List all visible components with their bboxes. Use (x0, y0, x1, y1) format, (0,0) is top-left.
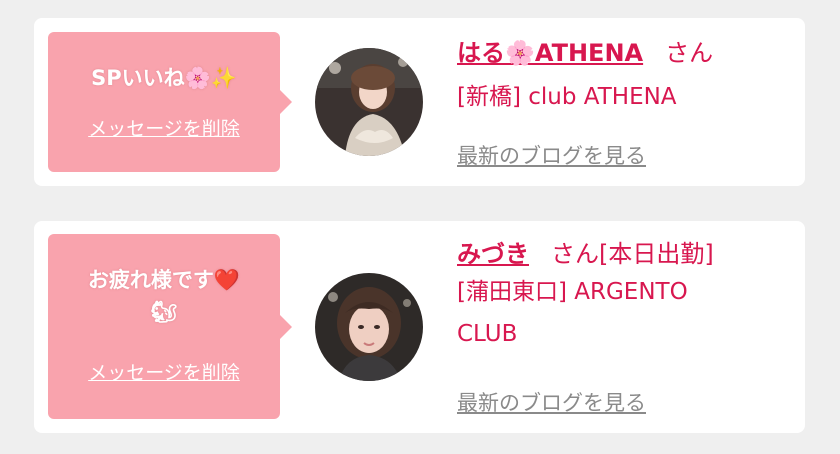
delete-message-link[interactable]: メッセージを削除 (48, 358, 280, 385)
avatar[interactable] (315, 273, 423, 381)
message-line: お疲れ様です❤️ (87, 268, 241, 292)
latest-blog-link[interactable]: 最新のブログを見る (457, 140, 646, 170)
message-bubble: SPいいね🌸✨ メッセージを削除 (48, 32, 292, 172)
latest-blog-link[interactable]: 最新のブログを見る (457, 387, 646, 417)
honorific: さん (551, 240, 599, 268)
shop-line: CLUB (457, 321, 518, 347)
shop-name: [蒲田東口] ARGENTO CLUB (457, 271, 714, 355)
cast-info: はる🌸ATHENA さん [新橋] club ATHENA (457, 36, 713, 118)
name-line: はる🌸ATHENA さん (457, 36, 713, 70)
avatar-photo (315, 273, 423, 381)
message-card: お疲れ様です❤️ 🐿 メッセージを削除 みづき さん[本日出勤] [蒲田東口] A… (34, 221, 805, 433)
message-bubble: お疲れ様です❤️ 🐿 メッセージを削除 (48, 234, 292, 419)
avatar-photo (315, 48, 423, 156)
message-card: SPいいね🌸✨ メッセージを削除 はる🌸ATHENA さん [新橋] club A… (34, 18, 805, 186)
name-line: みづき さん[本日出勤] (457, 237, 714, 271)
shop-line: [蒲田東口] ARGENTO (457, 279, 688, 305)
cast-info: みづき さん[本日出勤] [蒲田東口] ARGENTO CLUB (457, 237, 714, 355)
honorific: さん (665, 39, 714, 67)
message-text: SPいいね🌸✨ (91, 66, 237, 90)
message-text: お疲れ様です❤️ 🐿 (48, 264, 280, 328)
cast-name-link[interactable]: はる🌸ATHENA (457, 39, 643, 67)
status-text: [本日出勤] (599, 240, 714, 268)
cast-name-link[interactable]: みづき (457, 240, 529, 268)
shop-name: [新橋] club ATHENA (457, 84, 677, 110)
message-line: 🐿 (150, 300, 178, 324)
avatar[interactable] (315, 48, 423, 156)
delete-message-link[interactable]: メッセージを削除 (48, 114, 280, 141)
